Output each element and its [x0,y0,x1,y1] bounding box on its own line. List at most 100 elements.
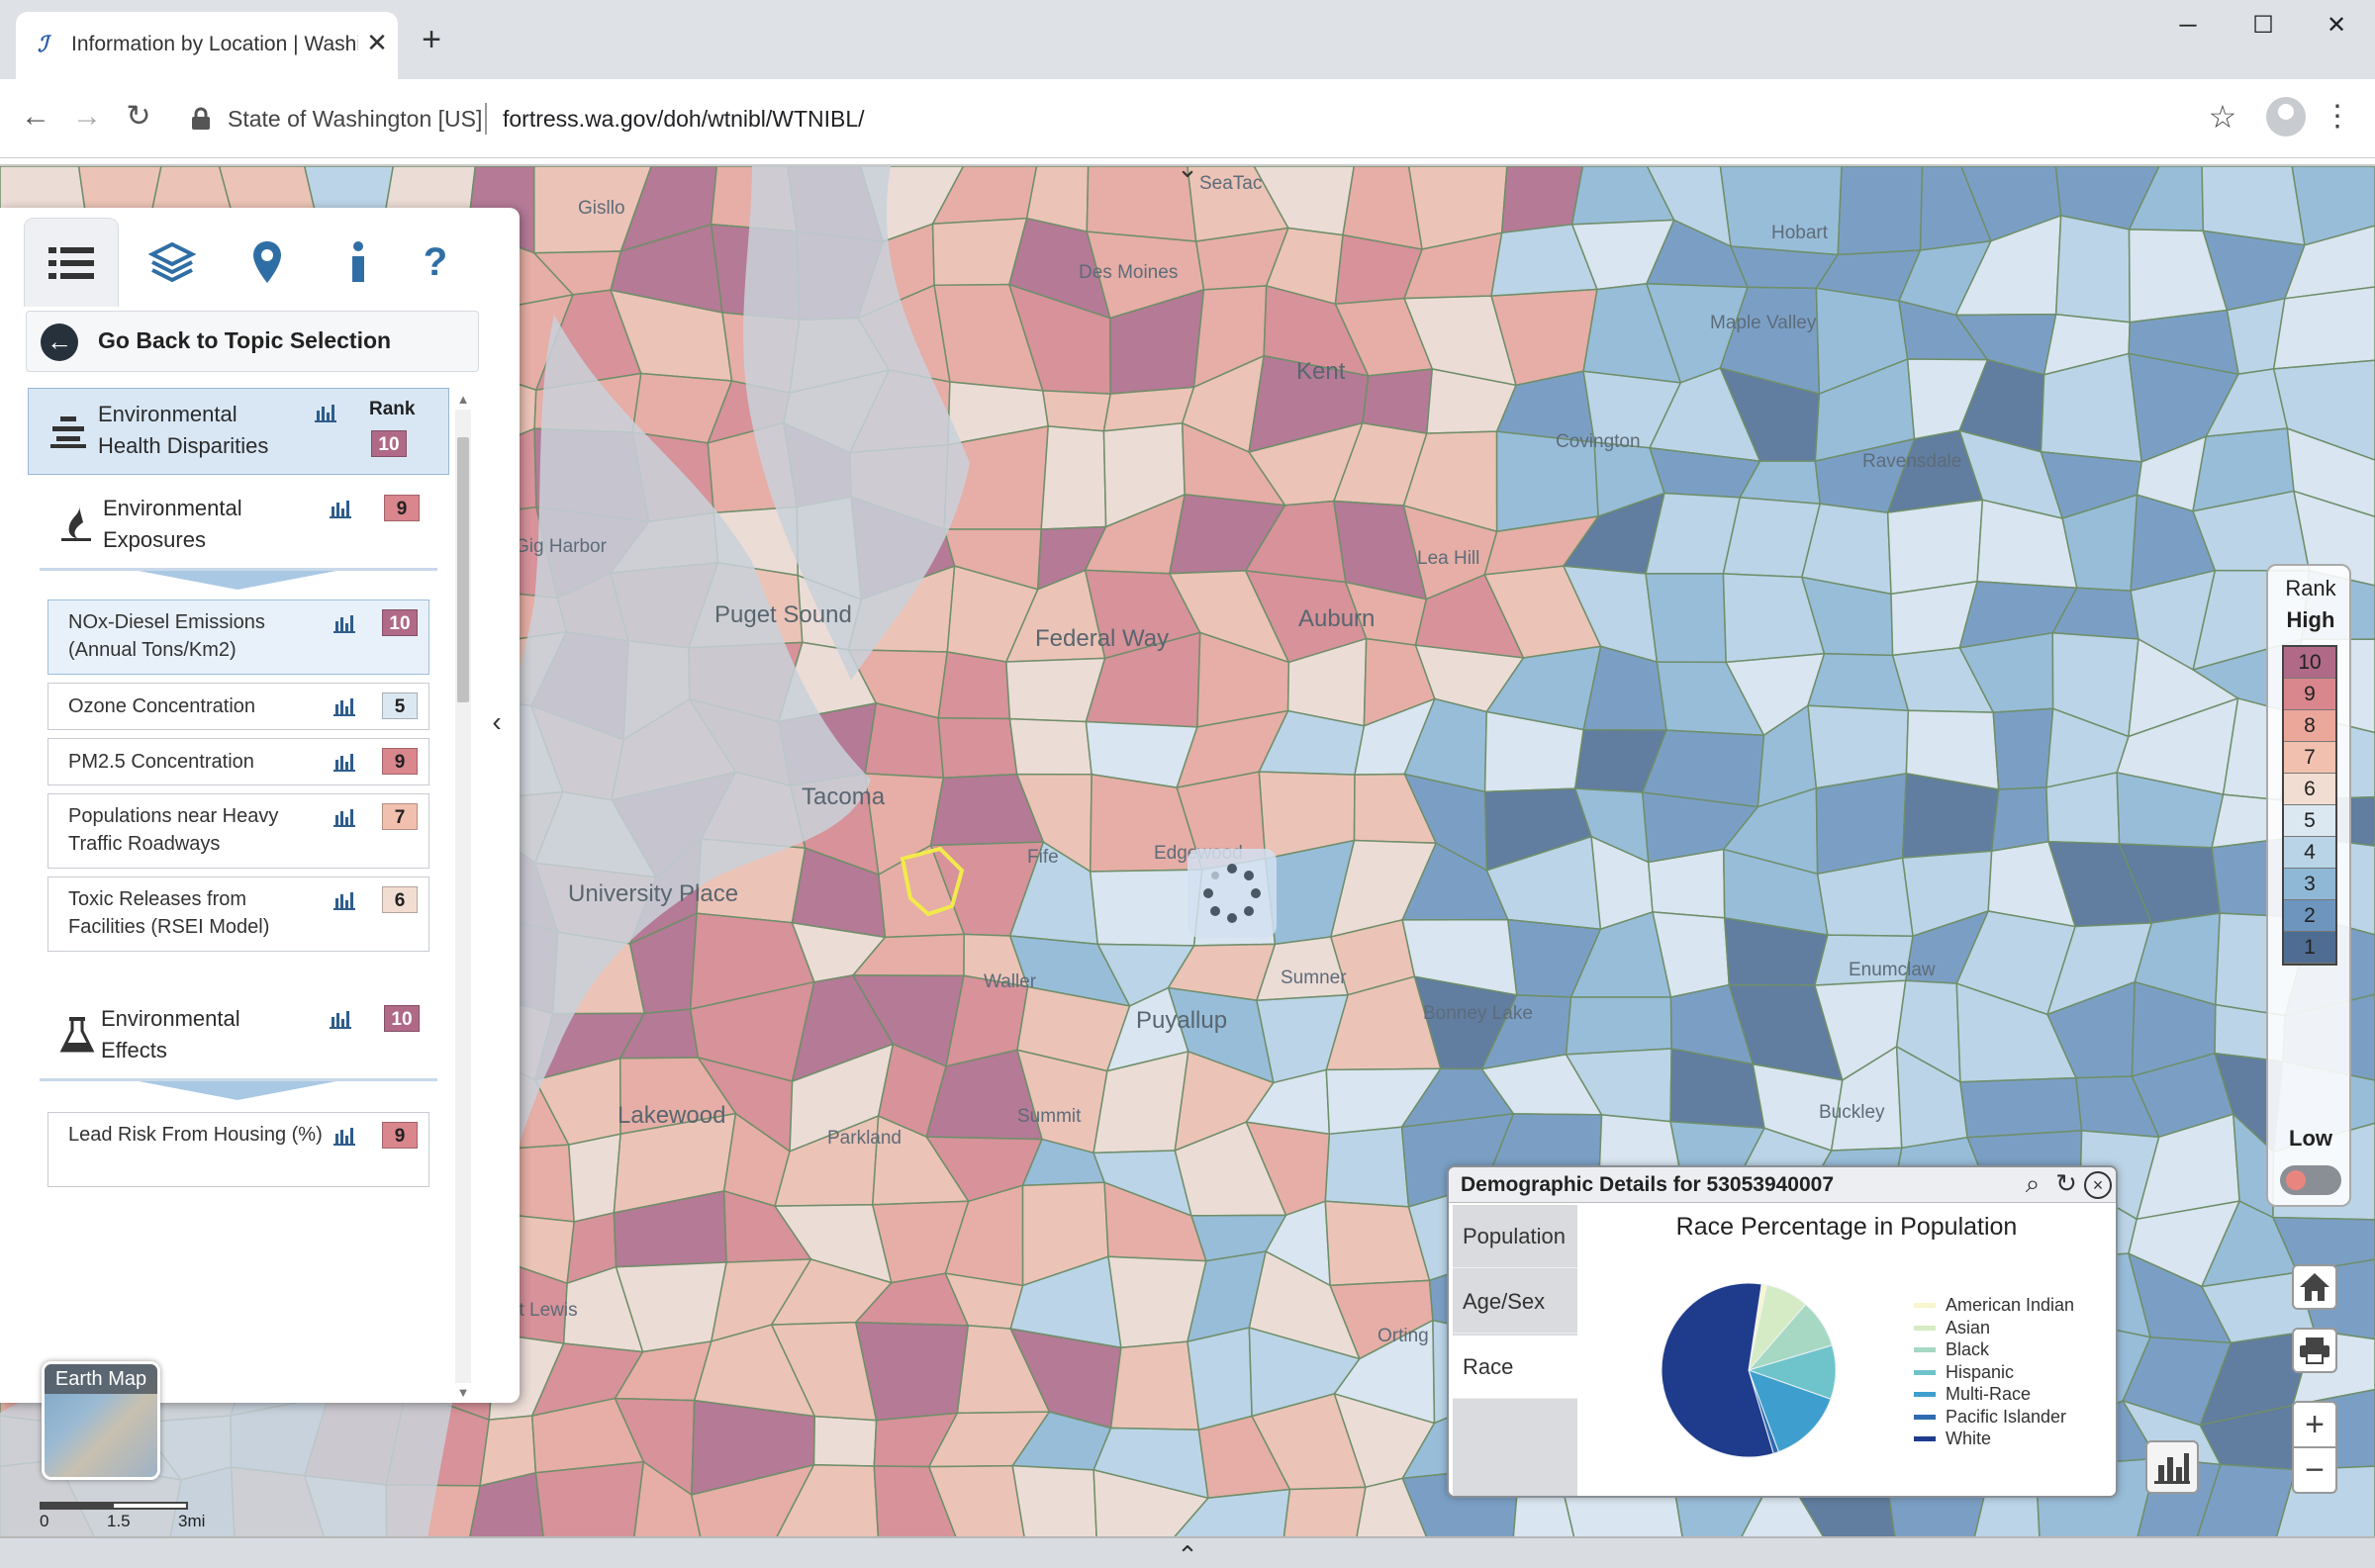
subtopic-heavy-traffic[interactable]: Populations near Heavy Traffic Roadways [48,793,429,869]
forward-arrow-icon[interactable]: → [63,93,111,140]
legend-label: Multi-Race [1946,1384,2032,1404]
minimize-button[interactable]: ─ [2153,6,2223,46]
census-tract[interactable] [1806,652,1910,712]
topic-environmental-health-disparities[interactable]: Environmental Health Disparities Rank 10 [28,388,449,475]
chevron-up-icon[interactable]: ⌃ [1172,1540,1203,1568]
census-tract[interactable] [1324,1126,1410,1208]
tab-help[interactable]: ? [388,218,483,307]
bar-chart-icon[interactable] [314,403,337,422]
bar-chart-icon[interactable] [332,752,356,772]
new-tab-button[interactable]: + [414,20,449,59]
census-tract[interactable] [937,716,1018,779]
browser-tab[interactable]: ℐ Information by Location | Washin ✕ [16,12,398,79]
subtopic-ozone[interactable]: Ozone Concentration [48,683,429,730]
legend-rank-7: 7 [2284,742,2335,774]
bar-chart-icon[interactable] [329,1009,352,1029]
tab-location[interactable] [220,218,315,307]
menu-kebab-icon[interactable]: ⋮ [2322,97,2353,137]
chart-title: Race Percentage in Population [1675,1213,2018,1241]
census-tract[interactable] [2054,214,2131,323]
bar-chart-icon[interactable] [332,1126,356,1146]
census-tract[interactable] [1565,996,1672,1056]
close-window-button[interactable]: ✕ [2302,6,2371,46]
maximize-button[interactable]: ☐ [2229,6,2298,46]
basemap-switcher[interactable]: Earth Map [42,1361,160,1480]
census-tract[interactable] [1837,166,1924,256]
address-bar[interactable]: fortress.wa.gov/doh/wtnibl/WTNIBL/ [503,101,865,137]
census-tract[interactable] [2272,286,2375,370]
bar-chart-icon[interactable] [329,499,352,518]
print-button[interactable] [2292,1328,2337,1373]
census-tract[interactable] [1040,425,1107,530]
bar-chart-icon [2154,1453,2190,1484]
bookmark-star-icon[interactable]: ☆ [2203,97,2242,137]
map-place-label: University Place [568,880,739,907]
census-tract[interactable] [1992,707,2054,790]
topic-list[interactable]: Environmental Health Disparities Rank 10… [26,380,489,1389]
census-tract[interactable] [1109,1340,1200,1431]
census-tract[interactable] [1886,499,1984,596]
census-tract[interactable] [1089,869,1203,947]
census-tract[interactable] [1041,390,1112,432]
topic-environmental-exposures[interactable]: Environmental Exposures 9 [40,483,445,564]
topic-environmental-effects[interactable]: Environmental Effects 10 [40,993,445,1074]
close-icon[interactable]: × [2084,1171,2112,1199]
census-tract[interactable] [534,1460,645,1548]
tab-race[interactable]: Race [1453,1336,1577,1399]
scroll-up-icon[interactable]: ▲ [455,392,471,408]
race-pie-chart[interactable] [1655,1276,1843,1464]
census-tract[interactable] [854,1321,970,1422]
subtopic-toxic-releases[interactable]: Toxic Releases from Facilities (RSEI Mod… [48,876,429,952]
census-tract[interactable] [1645,573,1727,664]
demographic-tabs: Population Age/Sex Race [1453,1205,1577,1496]
tab-close-icon[interactable]: ✕ [360,26,394,59]
refresh-icon[interactable]: ↻ [2052,1170,2080,1199]
chart-toggle-button[interactable] [2145,1440,2199,1494]
tab-age-sex[interactable]: Age/Sex [1453,1270,1577,1334]
list-icon [48,246,94,279]
census-tract[interactable] [1362,368,1434,435]
zoom-in-button[interactable]: + [2292,1401,2337,1448]
legend-toggle[interactable] [2280,1165,2341,1195]
census-tract[interactable] [1647,848,1726,919]
zoom-out-button[interactable]: − [2292,1446,2337,1494]
census-tract[interactable] [567,1133,621,1223]
census-tract[interactable] [1187,1327,1253,1431]
census-tract[interactable] [1008,717,1092,776]
legend-swatch [1914,1392,1936,1397]
pie-legend-item: Asian [1914,1317,2112,1339]
zoom-to-icon[interactable]: ⌕ [2019,1170,2046,1199]
home-button[interactable] [2292,1264,2337,1310]
bar-chart-icon[interactable] [332,613,356,633]
popup-header: Demographic Details for 53053940007 ⌕ ↻ … [1449,1167,2116,1203]
census-tract[interactable] [1990,786,2049,853]
tab-list[interactable] [24,218,119,307]
scroll-down-icon[interactable]: ▼ [455,1385,471,1401]
tab-population[interactable]: Population [1453,1205,1577,1268]
subtopic-lead-risk[interactable]: Lead Risk From Housing (%) [48,1112,429,1187]
topic-list-scrollbar[interactable]: ▲ ▼ [455,392,477,1403]
subtopic-nox-diesel[interactable]: NOx-Diesel Emissions (Annual Tons/Km2) [48,600,429,675]
back-arrow-icon[interactable]: ← [12,93,59,140]
site-identity[interactable]: State of Washington [US] [228,101,482,137]
profile-avatar[interactable] [2266,97,2306,137]
census-tract[interactable] [1815,772,1908,876]
scroll-track[interactable] [455,410,471,1383]
scroll-thumb[interactable] [457,437,469,702]
map-place-label: Auburn [1298,605,1376,632]
census-tract[interactable] [1500,166,1584,234]
bar-chart-icon[interactable] [332,890,356,910]
reload-icon[interactable]: ↻ [115,93,162,140]
legend-rank-9: 9 [2284,679,2335,710]
collapse-panel-chevron-icon[interactable]: ‹ [483,702,511,742]
legend-swatch [1914,1303,1936,1308]
bar-chart-icon[interactable] [332,696,356,716]
back-to-topics-button[interactable]: ← Go Back to Topic Selection [26,311,479,372]
census-tract[interactable] [1959,1076,2083,1139]
census-tract[interactable] [812,1415,878,1467]
bar-chart-icon[interactable] [332,807,356,827]
census-tract[interactable] [937,651,1011,720]
legend-label: American Indian [1946,1295,2075,1315]
tab-layers[interactable] [125,218,220,307]
subtopic-pm25[interactable]: PM2.5 Concentration [48,738,429,785]
